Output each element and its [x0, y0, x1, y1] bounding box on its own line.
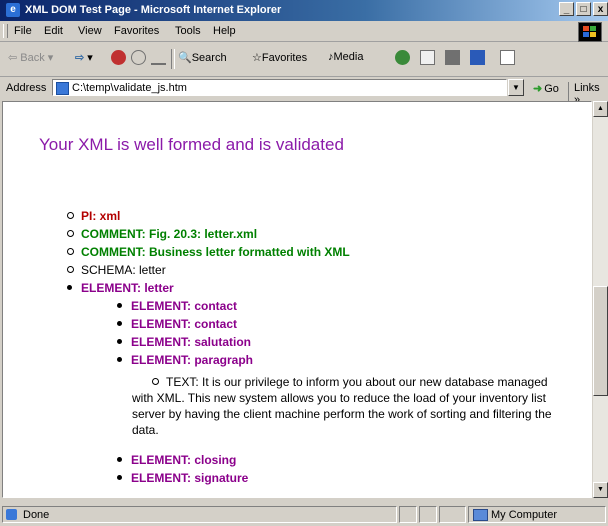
list-item: ELEMENT: contact	[117, 317, 237, 331]
disc-bullet-icon	[117, 475, 122, 480]
list-item: ELEMENT: signature	[117, 471, 248, 485]
circle-bullet-icon	[67, 212, 74, 219]
address-bar: Address C:\temp\validate_js.htm ▼ ➜ Go Li…	[0, 77, 608, 106]
list-item: COMMENT: Fig. 20.3: letter.xml	[67, 227, 257, 241]
title-bar: e XML DOM Test Page - Microsoft Internet…	[0, 0, 608, 21]
menu-grip[interactable]	[3, 24, 8, 38]
standard-toolbar: ⇦ Back ▾ ⇨ ▾ 🔍Search ☆Favorites ♪Media	[0, 42, 608, 77]
toolbar-separator	[171, 49, 175, 69]
home-icon[interactable]	[151, 50, 166, 65]
zone-label: My Computer	[491, 509, 558, 521]
discuss-icon[interactable]	[500, 50, 515, 65]
status-pane	[419, 506, 437, 523]
page-done-icon	[6, 509, 17, 520]
window-title: XML DOM Test Page - Microsoft Internet E…	[25, 4, 282, 16]
text-node: TEXT: It is our privilege to inform you …	[132, 375, 552, 437]
menu-bar: File Edit View Favorites Tools Help	[0, 21, 608, 42]
mail-icon[interactable]	[420, 50, 435, 65]
search-icon: 🔍	[178, 52, 192, 64]
circle-bullet-icon	[152, 378, 159, 385]
scroll-down-icon[interactable]: ▼	[593, 482, 608, 498]
circle-bullet-icon	[67, 266, 74, 273]
menu-tools[interactable]: Tools	[175, 25, 201, 37]
list-item: ELEMENT: contact	[117, 299, 237, 313]
address-label: Address	[6, 82, 47, 94]
back-button[interactable]: ⇦ Back ▾	[8, 51, 53, 64]
page-content: Your XML is well formed and is validated…	[2, 101, 592, 498]
address-input[interactable]: C:\temp\validate_js.htm	[52, 79, 507, 96]
edit-icon[interactable]	[470, 50, 485, 65]
menu-favorites[interactable]: Favorites	[114, 25, 159, 37]
forward-arrow-icon: ⇨	[75, 52, 85, 64]
list-item: ELEMENT: paragraph	[117, 353, 253, 367]
list-item: ELEMENT: letter	[67, 281, 174, 295]
disc-bullet-icon	[117, 457, 122, 462]
search-button[interactable]: 🔍Search	[178, 51, 227, 64]
status-bar: Done My Computer	[0, 503, 608, 526]
list-item: ELEMENT: salutation	[117, 335, 251, 349]
chevron-down-icon[interactable]: ▼	[508, 79, 524, 96]
stop-icon[interactable]	[111, 50, 126, 65]
menu-edit[interactable]: Edit	[44, 25, 63, 37]
security-zone: My Computer	[468, 506, 606, 523]
maximize-button[interactable]: □	[576, 2, 591, 16]
list-item: PI: xml	[67, 209, 120, 223]
circle-bullet-icon	[67, 230, 74, 237]
media-button[interactable]: ♪Media	[328, 51, 363, 63]
vertical-scrollbar[interactable]: ▲ ▼	[593, 101, 608, 498]
close-button[interactable]: x	[593, 2, 608, 16]
status-text: Done	[23, 509, 50, 521]
disc-bullet-icon	[117, 303, 122, 308]
forward-button[interactable]: ⇨ ▾	[75, 51, 93, 64]
circle-bullet-icon	[67, 248, 74, 255]
list-item: COMMENT: Business letter formatted with …	[67, 245, 350, 259]
windows-logo-icon	[578, 22, 602, 42]
go-arrow-icon: ➜	[533, 83, 543, 95]
menu-view[interactable]: View	[78, 25, 102, 37]
disc-bullet-icon	[117, 339, 122, 344]
computer-icon	[473, 509, 488, 521]
disc-bullet-icon	[117, 321, 122, 326]
print-icon[interactable]	[445, 50, 460, 65]
minimize-button[interactable]: _	[559, 2, 574, 16]
status-pane	[439, 506, 466, 523]
back-arrow-icon: ⇦	[8, 52, 21, 64]
status-text-pane: Done	[2, 506, 397, 523]
status-pane	[399, 506, 417, 523]
scroll-thumb[interactable]	[593, 286, 608, 396]
page-heading: Your XML is well formed and is validated	[39, 135, 344, 154]
disc-bullet-icon	[67, 285, 72, 290]
menu-help[interactable]: Help	[213, 25, 236, 37]
favorites-icon: ☆	[252, 52, 262, 64]
menu-file[interactable]: File	[14, 25, 32, 37]
address-value: C:\temp\validate_js.htm	[72, 82, 187, 94]
history-icon[interactable]	[395, 50, 410, 65]
list-item: SCHEMA: letter	[67, 263, 166, 277]
scroll-up-icon[interactable]: ▲	[593, 101, 608, 117]
favorites-button[interactable]: ☆Favorites	[252, 51, 307, 64]
disc-bullet-icon	[117, 357, 122, 362]
refresh-icon[interactable]	[131, 50, 146, 65]
ie-logo-icon: e	[6, 3, 20, 17]
page-icon	[56, 82, 69, 95]
go-button[interactable]: ➜ Go	[533, 82, 559, 95]
list-item: ELEMENT: closing	[117, 453, 236, 467]
browser-window: e XML DOM Test Page - Microsoft Internet…	[0, 0, 608, 526]
